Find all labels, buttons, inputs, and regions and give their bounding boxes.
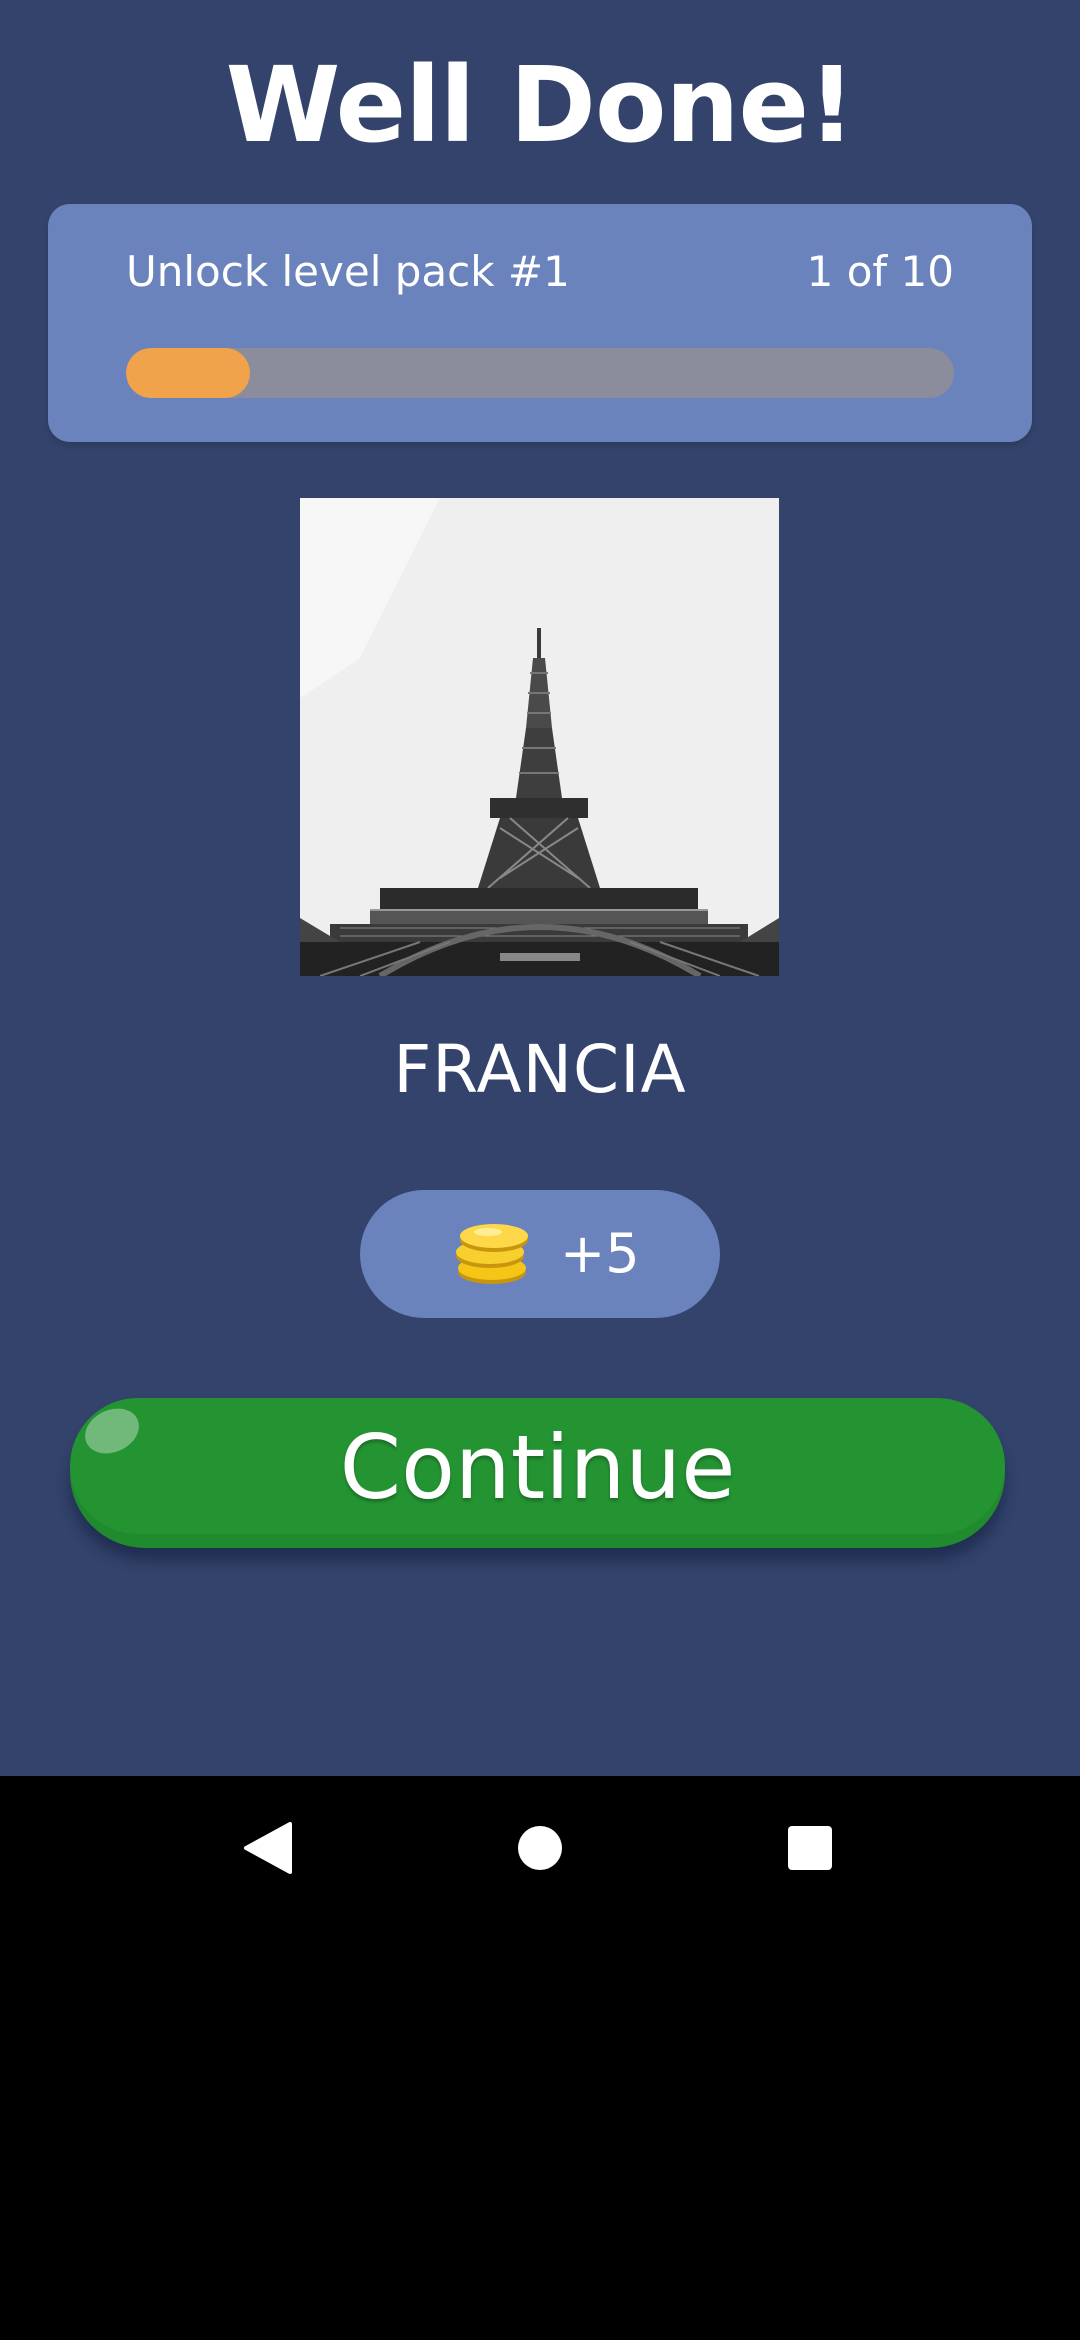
pack-progress-bar [126,348,954,398]
pack-progress-fill [126,348,250,398]
eiffel-tower-photo [300,498,779,976]
continue-button-label[interactable]: Continue [70,1418,1005,1518]
answer-label: FRANCIA [393,1031,687,1108]
pack-progress-label: Unlock level pack #1 [126,247,570,296]
coin-reward-amount: +5 [560,1222,640,1285]
continue-button-face[interactable]: Continue [70,1398,1005,1534]
back-triangle-icon[interactable] [228,1808,308,1888]
continue-button[interactable]: Continue [70,1398,1005,1548]
eiffel-tower-illustration [300,498,779,976]
home-circle-icon[interactable] [500,1808,580,1888]
system-navigation-bar [0,1776,1080,1920]
coin-stack-icon [456,1224,528,1284]
pack-progress-card: Unlock level pack #1 1 of 10 [48,204,1032,442]
coin-reward-badge: +5 [360,1190,720,1318]
level-complete-screen: Well Done! Unlock level pack #1 1 of 10 [0,0,1080,1776]
pack-progress-count: 1 of 10 [806,247,954,296]
page-title: Well Done! [225,44,856,166]
recents-square-icon[interactable] [770,1808,850,1888]
